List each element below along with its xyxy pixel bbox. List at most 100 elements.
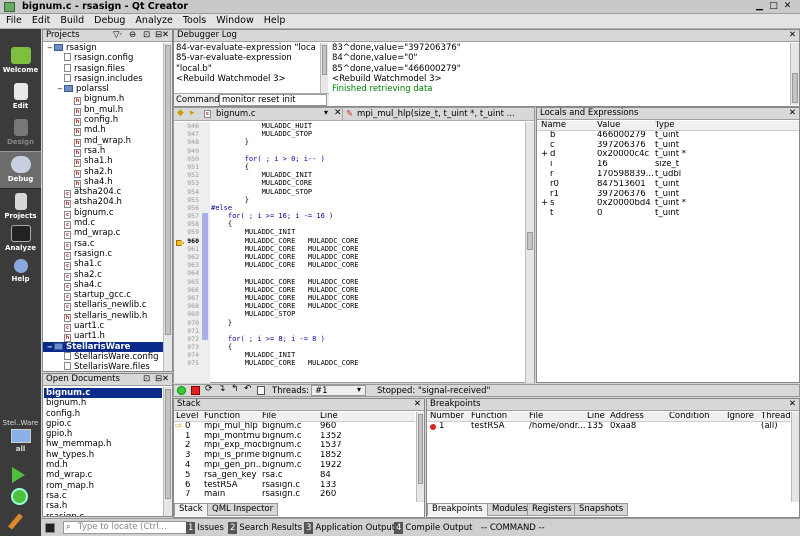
column-header[interactable]: Function <box>471 412 507 422</box>
close-pane-icon[interactable]: ✕ <box>789 30 796 41</box>
menu-tools[interactable]: Tools <box>177 14 210 26</box>
output-pane-search-results[interactable]: 2 Search Results <box>228 522 302 534</box>
project-tree-item[interactable]: h config.h <box>43 115 163 127</box>
code-line[interactable]: MULADDC_INIT <box>211 351 525 359</box>
code-line[interactable]: for( ; i >= 16; i -= 16 ) <box>211 212 525 221</box>
local-variable-row[interactable]: i 16 size_t <box>537 160 799 170</box>
split-icon[interactable]: ⊡ <box>143 30 150 41</box>
code-line[interactable]: MULADDC_CORE MULADDC_CORE <box>211 359 525 367</box>
open-document-item[interactable]: gpio.h <box>44 429 162 439</box>
project-tree-item[interactable]: h uart1.h <box>43 331 163 343</box>
mode-debug[interactable]: Debug <box>0 151 41 189</box>
stack-frame-row[interactable]: ⇨ 0 mpi_mul_hlp bignum.c 960 <box>174 422 415 432</box>
code-line[interactable]: MULADDC_CORE MULADDC_CORE <box>211 253 525 262</box>
scrollbar-thumb[interactable] <box>165 45 171 335</box>
mode-help[interactable]: Help <box>0 255 41 293</box>
open-document-item[interactable]: md.h <box>44 460 162 470</box>
project-tree-item[interactable]: h stellaris_newlib.h <box>43 311 163 322</box>
project-tree-item[interactable]: c atsha204.c <box>43 187 163 199</box>
open-document-item[interactable]: rsa.h <box>44 501 162 511</box>
code-line[interactable]: MULADDC_HUIT <box>211 122 525 130</box>
function-combo[interactable]: ✎ mpi_mul_hlp(size_t, t_uint *, t_uint ..… <box>342 108 530 120</box>
project-tree-item[interactable]: − rsasign <box>43 43 163 53</box>
projects-scrollbar[interactable] <box>163 43 172 371</box>
mode-analyze[interactable]: Analyze <box>0 221 41 259</box>
close-pane-icon[interactable]: ✕ <box>789 399 796 410</box>
project-tree-item[interactable]: rsasign.files <box>43 63 163 74</box>
local-variable-row[interactable]: r1 397206376 t_uint <box>537 190 799 200</box>
column-header[interactable]: Line <box>320 412 338 422</box>
code-line[interactable]: } <box>211 196 525 204</box>
step-over-icon[interactable]: ⟳ <box>205 384 213 394</box>
code-line[interactable]: MULADDC_CORE MULADDC_CORE <box>211 244 525 253</box>
menu-help[interactable]: Help <box>258 14 290 26</box>
open-document-item[interactable]: config.h <box>44 409 162 419</box>
local-variable-row[interactable]: b 466000279 t_uint <box>537 131 799 141</box>
mode-welcome[interactable]: Welcome <box>0 43 41 81</box>
stack-scrollbar[interactable] <box>416 412 424 502</box>
column-header[interactable]: Ignore <box>727 412 754 422</box>
file-combo-arrow-icon[interactable]: ▾ <box>324 108 328 117</box>
project-tree-item[interactable]: h sha2.h <box>43 167 163 178</box>
toggle-sidebar-icon[interactable] <box>45 523 55 533</box>
column-header[interactable]: Level <box>176 412 198 422</box>
breakpoint-row[interactable]: 1 testRSA/home/ondr... 135 0xaa8 (all) <box>427 422 790 432</box>
output-pane-application-output[interactable]: 3 Application Output <box>304 522 395 534</box>
maximize-icon[interactable]: □ <box>768 2 779 12</box>
tab-snapshots[interactable]: Snapshots <box>574 503 629 516</box>
code-line[interactable]: MULADDC_CORE MULADDC_CORE <box>211 302 525 311</box>
code-line[interactable] <box>211 147 525 155</box>
scrollbar-thumb[interactable] <box>527 232 533 250</box>
stack-frame-row[interactable]: 5 rsa_gen_key rsa.c 84 <box>174 471 415 481</box>
reverse-icon[interactable]: ↶ <box>244 384 252 394</box>
nav-forward-icon[interactable]: ▸ <box>190 108 195 118</box>
split-icon[interactable]: ⊡ <box>143 374 150 385</box>
code-line[interactable]: MULADDC_CORE MULADDC_CORE <box>211 277 525 286</box>
debugger-output-log[interactable]: 83^done,value="397206376" 84^done,value="… <box>332 43 787 105</box>
close-pane-icon[interactable]: ✕ <box>414 399 421 410</box>
code-fold-marker[interactable] <box>202 213 208 340</box>
project-tree-item[interactable]: c sha4.c <box>43 280 163 291</box>
project-tree-item[interactable]: h rsa.h <box>43 146 163 157</box>
project-tree-item[interactable]: c rsasign.c <box>43 249 163 260</box>
project-tree-item[interactable]: rsasign.config <box>43 53 163 63</box>
filter-icon[interactable]: ▽· <box>113 30 122 41</box>
stack-frame-row[interactable]: 2 mpi_exp_mod bignum.c 1537 <box>174 441 415 451</box>
project-tree-item[interactable]: c md_wrap.c <box>43 228 163 240</box>
project-tree-item[interactable]: h md.h <box>43 125 163 137</box>
open-document-item[interactable]: bignum.c <box>44 388 162 399</box>
column-header[interactable]: Function <box>204 412 240 422</box>
code-line[interactable] <box>211 327 525 335</box>
project-tree-item[interactable]: − polarssl <box>43 84 163 94</box>
menu-analyze[interactable]: Analyze <box>129 14 176 26</box>
stack-frame-row[interactable]: 1 mpi_montmul bignum.c 1352 <box>174 432 415 442</box>
project-tree-item[interactable]: − StellarisWare <box>43 341 163 352</box>
step-into-icon[interactable]: ↴ <box>218 384 226 394</box>
project-tree-item[interactable]: h atsha204.h <box>43 197 163 209</box>
editor-scrollbar[interactable] <box>525 122 534 383</box>
open-document-item[interactable]: rsa.c <box>44 491 162 501</box>
project-tree-item[interactable]: c sha1.c <box>43 259 163 271</box>
build-hammer-icon[interactable] <box>8 513 23 530</box>
project-tree-item[interactable]: h bignum.h <box>43 94 163 106</box>
log-right-scrollbar[interactable] <box>790 43 799 105</box>
close-pane-icon[interactable]: ✕ <box>162 374 169 385</box>
open-document-item[interactable]: hw_types.h <box>44 450 162 460</box>
tab-registers[interactable]: Registers <box>527 503 577 516</box>
local-variable-row[interactable]: c 397206376 t_uint <box>537 141 799 151</box>
open-document-item[interactable]: bignum.h <box>44 398 162 408</box>
stop-icon[interactable] <box>191 386 200 395</box>
debugger-input-log[interactable]: 84-var-evaluate-expression "local.t" 85-v… <box>176 43 316 93</box>
column-header[interactable]: Value <box>597 121 620 131</box>
code-line[interactable]: MULADDC_STOP <box>211 188 525 196</box>
column-header[interactable]: Number <box>430 412 464 422</box>
stack-frame-row[interactable]: 3 mpi_is_prime bignum.c 1852 <box>174 451 415 461</box>
open-document-item[interactable]: gpio.c <box>44 419 162 429</box>
menu-edit[interactable]: Edit <box>26 14 54 26</box>
project-tree-item[interactable]: StellarisWare.files <box>43 362 163 371</box>
locator-input[interactable]: ⌕ Type to locate (Ctrl... <box>63 521 187 534</box>
local-variable-row[interactable]: r0 847513601 t_uint <box>537 180 799 190</box>
code-line[interactable]: MULADDC_CORE <box>211 179 525 187</box>
instruction-mode-icon[interactable] <box>257 386 265 395</box>
project-tree-item[interactable]: h md_wrap.h <box>43 136 163 147</box>
